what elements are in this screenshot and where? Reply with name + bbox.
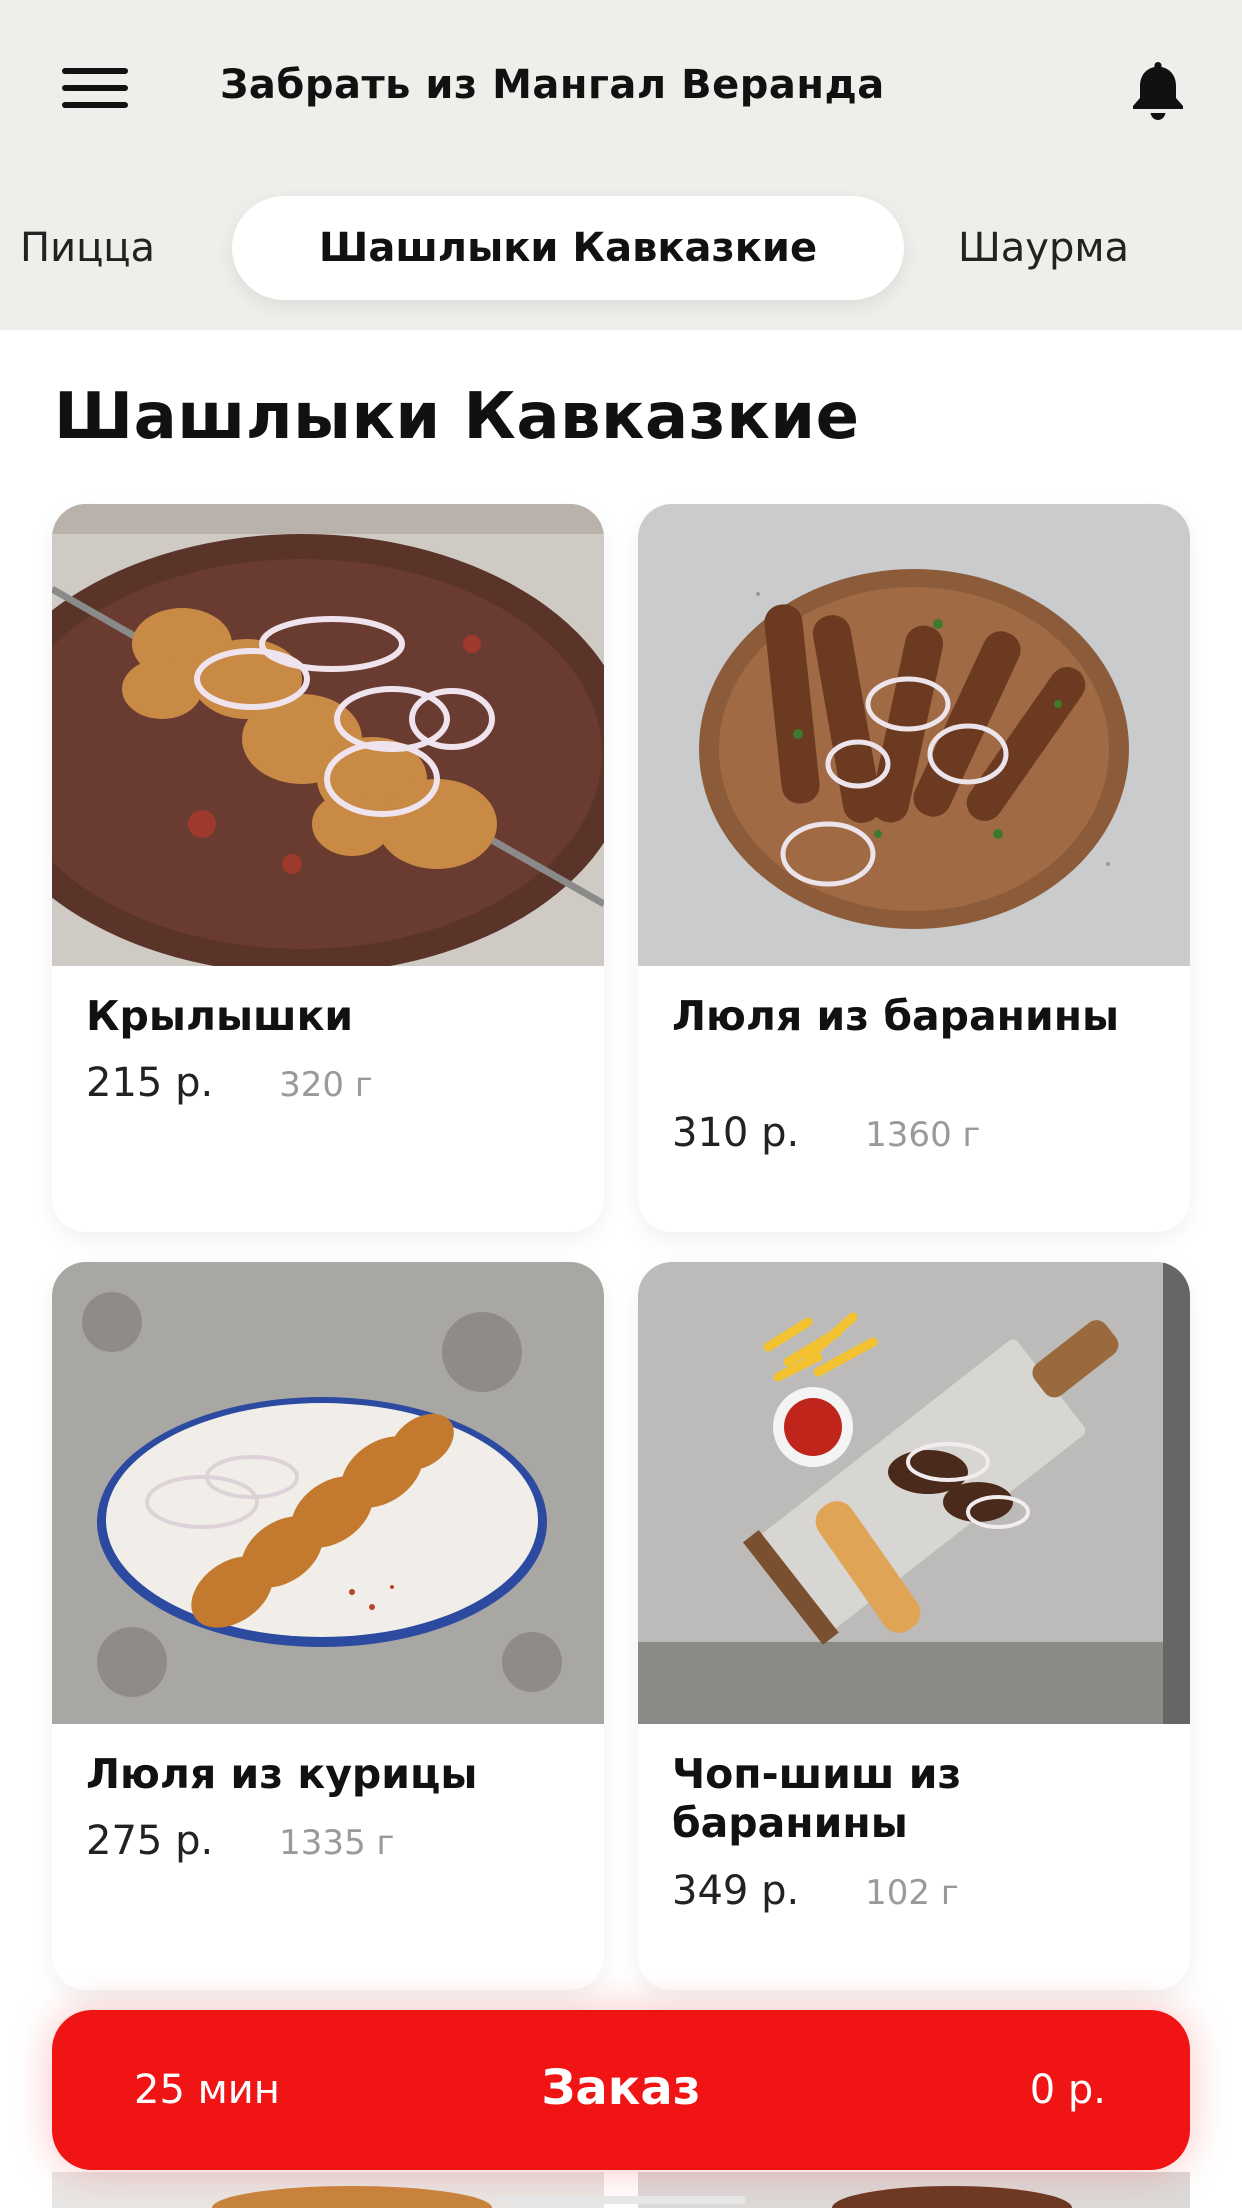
pickup-location-title[interactable]: Забрать из Мангал Веранда bbox=[220, 62, 885, 108]
product-meta: 275 р. 1335 г bbox=[86, 1818, 394, 1864]
product-name: Крылышки bbox=[86, 992, 354, 1040]
product-weight: 1360 г bbox=[865, 1115, 981, 1155]
product-meta: 215 р. 320 г bbox=[86, 1060, 373, 1106]
product-price: 349 р. bbox=[672, 1868, 800, 1914]
order-bar[interactable]: 25 мин Заказ 0 р. bbox=[52, 2010, 1190, 2170]
order-total: 0 р. bbox=[1029, 2067, 1106, 2113]
product-card[interactable]: Крылышки 215 р. 320 г bbox=[52, 504, 604, 1232]
product-weight: 1335 г bbox=[279, 1823, 395, 1863]
bell-icon[interactable] bbox=[1122, 54, 1194, 126]
tab-shawarma[interactable]: Шаурма bbox=[958, 196, 1129, 300]
hamburger-menu-icon[interactable] bbox=[62, 66, 128, 110]
home-indicator bbox=[496, 2196, 746, 2204]
product-image bbox=[52, 1262, 604, 1724]
product-meta: 310 р. 1360 г bbox=[672, 1110, 980, 1156]
product-meta: 349 р. 102 г bbox=[672, 1868, 959, 1914]
product-image bbox=[638, 504, 1190, 966]
tab-shashlik[interactable]: Шашлыки Кавказкие bbox=[232, 196, 904, 300]
tab-pizza[interactable]: Пицца bbox=[20, 196, 155, 300]
product-card[interactable]: Люля из баранины 310 р. 1360 г bbox=[638, 504, 1190, 1232]
order-button-label[interactable]: Заказ bbox=[52, 2010, 1190, 2166]
product-name: Люля из курицы bbox=[86, 1750, 478, 1798]
top-header: Забрать из Мангал Веранда Пицца Шашлыки … bbox=[0, 0, 1242, 330]
product-price: 310 р. bbox=[672, 1110, 800, 1156]
product-card[interactable]: Люля из курицы 275 р. 1335 г bbox=[52, 1262, 604, 1990]
product-name: Чоп-шиш из баранины bbox=[672, 1750, 962, 1847]
category-tabs: Пицца Шашлыки Кавказкие Шаурма bbox=[0, 196, 1242, 304]
product-weight: 320 г bbox=[279, 1065, 373, 1105]
product-name: Люля из баранины bbox=[672, 992, 1120, 1040]
product-image bbox=[52, 504, 604, 966]
section-title: Шашлыки Кавказкие bbox=[54, 380, 860, 454]
product-price: 215 р. bbox=[86, 1060, 214, 1106]
product-card[interactable]: Чоп-шиш из баранины 349 р. 102 г bbox=[638, 1262, 1190, 1990]
product-price: 275 р. bbox=[86, 1818, 214, 1864]
product-weight: 102 г bbox=[865, 1873, 959, 1913]
product-image bbox=[638, 1262, 1190, 1724]
